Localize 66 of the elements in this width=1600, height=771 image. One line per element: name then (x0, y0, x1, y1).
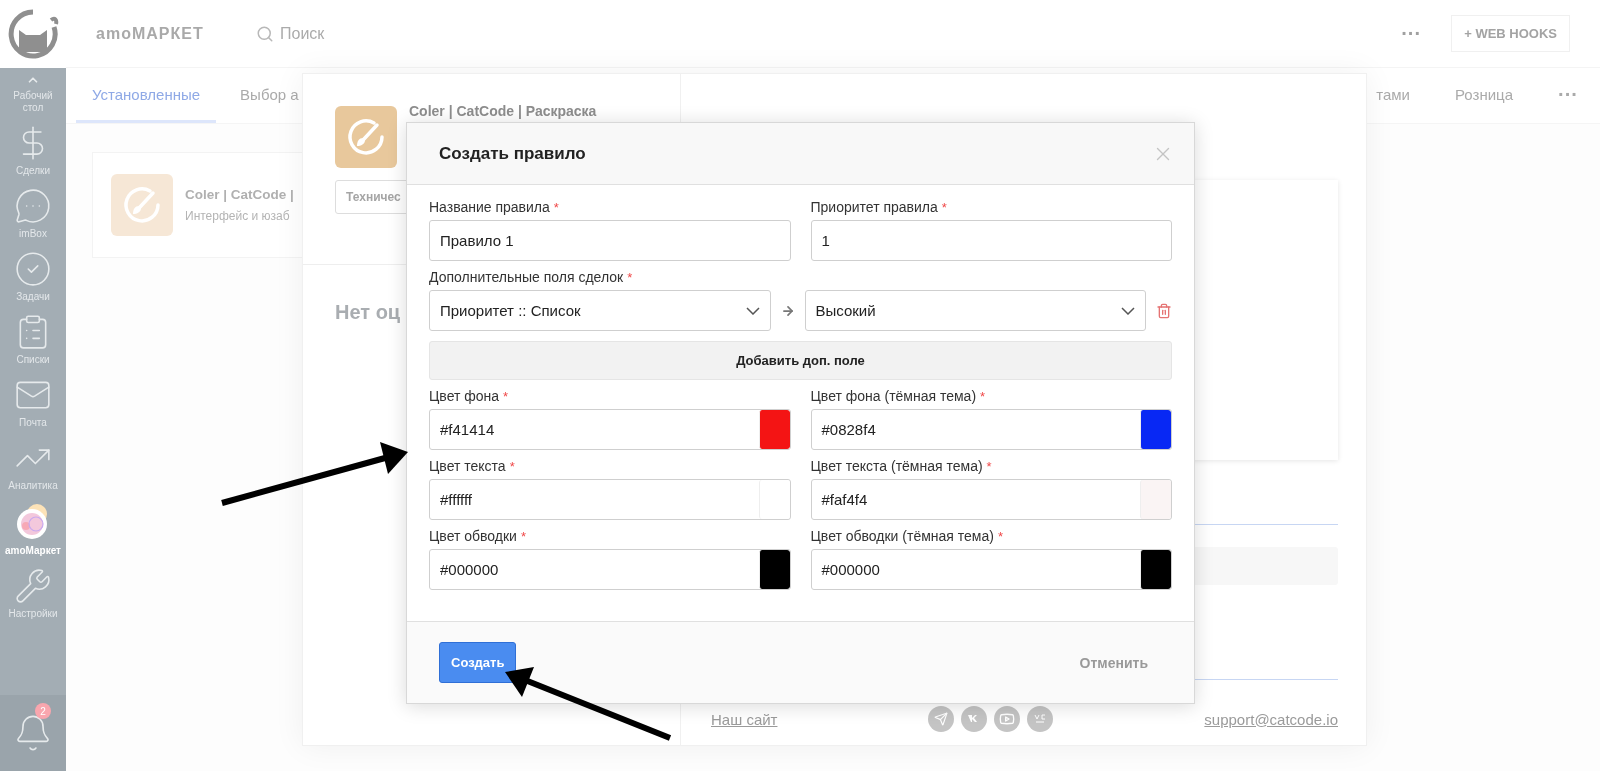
youtube-icon[interactable] (994, 706, 1021, 732)
cat-logo (7, 8, 59, 60)
add-field-button[interactable]: Добавить доп. поле (429, 341, 1172, 380)
sidebar-item[interactable]: Аналитика (0, 434, 66, 497)
telegram-icon[interactable] (928, 706, 955, 732)
sidebar-item[interactable]: Сделки (0, 119, 66, 182)
chat-icon (14, 187, 52, 225)
field-label: Цвет фона * (429, 388, 510, 404)
search-icon (256, 24, 274, 43)
color-swatch[interactable] (758, 410, 790, 449)
value-select[interactable]: Высокий (804, 290, 1146, 331)
tab[interactable]: Выбор а (240, 68, 299, 123)
sidebar-item[interactable]: Списки (0, 308, 66, 371)
color-swatch[interactable] (1140, 480, 1171, 519)
wrench-icon (14, 567, 52, 605)
color-field[interactable]: #0828f4 (810, 409, 1172, 450)
field-label: Цвет текста (тёмная тема) * (810, 458, 993, 474)
color-field[interactable]: #ffffff (429, 479, 791, 520)
cancel-button[interactable]: Отменить (1073, 653, 1154, 672)
webhooks-button[interactable]: + WEB HOOKS (1451, 15, 1570, 52)
field-label: Цвет обводки * (429, 528, 527, 544)
text-field[interactable]: 1 (810, 220, 1172, 261)
vk-icon[interactable] (961, 706, 988, 732)
field-label: Цвет фона (тёмная тема) * (810, 388, 987, 404)
tab[interactable]: Розница (1455, 68, 1513, 123)
chevron-down-icon (1121, 306, 1135, 315)
app-description: Интерфейс и юзаб (185, 209, 291, 223)
field-label: Цвет обводки (тёмная тема) * (810, 528, 1004, 544)
field-label: Приоритет правила * (810, 199, 948, 215)
app-title: Coler | CatCode | (185, 187, 294, 203)
sidebar-item[interactable]: amoМаркет (0, 497, 66, 562)
color-swatch[interactable] (1140, 550, 1171, 589)
color-field[interactable]: #f41414 (429, 409, 791, 450)
text-field[interactable]: Правило 1 (429, 220, 791, 261)
tab[interactable]: Установленные (76, 68, 217, 123)
app-title: Coler | CatCode | Раскраска (409, 103, 597, 119)
check-circle-icon (14, 250, 52, 288)
site-link[interactable]: Наш сайт (711, 710, 778, 728)
color-field[interactable]: #000000 (810, 549, 1172, 590)
more-button[interactable]: ··· (1401, 22, 1422, 45)
more-tabs-button[interactable]: ··· (1558, 68, 1578, 123)
notification-badge: 2 (35, 703, 51, 719)
sidebar-item[interactable]: Настройки (0, 562, 66, 625)
email-link[interactable]: support@catcode.io (1204, 710, 1338, 728)
field-select[interactable]: Приоритет :: Список (429, 290, 771, 331)
color-swatch[interactable] (758, 480, 790, 519)
create-button[interactable]: Создать (439, 642, 517, 683)
field-label: Дополнительные поля сделок * (429, 269, 634, 285)
arrow-right-icon (780, 303, 795, 318)
color-field[interactable]: #000000 (429, 549, 791, 590)
brand-title: amoМАРКЕТ (96, 24, 205, 43)
sidebar-item[interactable]: imBox (0, 182, 66, 245)
color-swatch[interactable] (1140, 410, 1171, 449)
sidebar-item[interactable]: Почта (0, 371, 66, 434)
color-swatch[interactable] (758, 550, 790, 589)
sidebar-item[interactable]: Задачи (0, 245, 66, 308)
rating-heading: Нет оц (335, 301, 401, 324)
delete-icon[interactable] (1156, 302, 1172, 319)
vc-icon[interactable] (1027, 706, 1054, 732)
field-label: Цвет текста * (429, 458, 516, 474)
color-field[interactable]: #faf4f4 (810, 479, 1172, 520)
chevron-down-icon (745, 306, 760, 315)
tab[interactable]: тами (1376, 68, 1410, 123)
search-field[interactable]: Поиск (256, 24, 1402, 43)
dialog-title: Создать правило (439, 143, 586, 164)
sidebar-item[interactable]: Рабочий стол (0, 68, 66, 119)
